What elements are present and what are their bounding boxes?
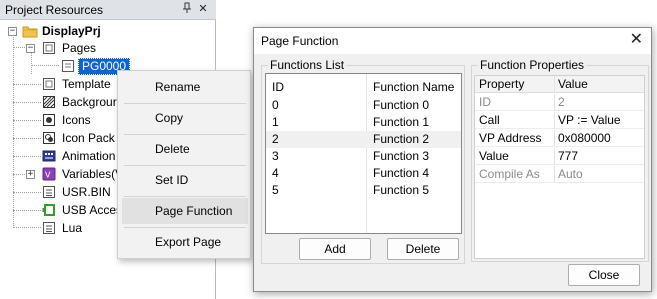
panel-close-icon[interactable]: ✕ xyxy=(196,2,210,17)
tree-label-pages: Pages xyxy=(62,41,97,55)
property-value[interactable]: 0x080000 xyxy=(558,130,611,147)
list-row[interactable]: 1 Function 1 xyxy=(266,114,461,131)
usb-icon xyxy=(42,203,56,217)
property-name: Compile As xyxy=(479,167,540,181)
dialog-close-icon[interactable]: ✕ xyxy=(630,31,643,49)
add-button[interactable]: Add xyxy=(299,238,371,260)
property-row-value[interactable]: Value 777 xyxy=(475,148,644,165)
background-icon xyxy=(42,95,56,109)
collapse-toggle[interactable]: − xyxy=(26,44,35,53)
list-cell-name: Function 5 xyxy=(373,183,430,197)
header-value: Value xyxy=(558,77,588,91)
list-row[interactable]: 3 Function 3 xyxy=(266,148,461,165)
tree-label-variables: Variables(V xyxy=(62,167,124,181)
column-separator xyxy=(554,166,555,183)
panel-header: Project Resources ✕ xyxy=(0,0,216,20)
functions-list-title: Functions List xyxy=(268,58,347,72)
lua-file-icon xyxy=(42,221,56,235)
folder-icon xyxy=(22,24,38,38)
property-name: Value xyxy=(479,149,509,163)
list-cell-id: 1 xyxy=(272,115,279,129)
file-icon xyxy=(42,185,56,199)
property-row-id: ID 2 xyxy=(475,94,644,111)
list-cell-id: 3 xyxy=(272,149,279,163)
menu-separator xyxy=(124,103,246,104)
functions-list[interactable]: ID Function Name 0 Function 0 1 Function… xyxy=(265,73,462,234)
column-separator xyxy=(554,76,555,93)
tree-item-pages[interactable]: − Pages xyxy=(0,39,216,57)
header-property: Property xyxy=(479,77,525,91)
property-row-compile-as: Compile As Auto xyxy=(475,166,644,183)
panel-title: Project Resources xyxy=(5,3,104,17)
column-separator xyxy=(554,112,555,129)
list-row[interactable]: 5 Function 5 xyxy=(266,182,461,199)
collapse-toggle[interactable]: − xyxy=(8,27,17,36)
column-header-function-name[interactable]: Function Name xyxy=(373,79,454,96)
list-cell-name: Function 2 xyxy=(373,132,430,146)
tree-label-icons: Icons xyxy=(62,113,91,127)
tree-label-root: DisplayPrj xyxy=(42,24,101,38)
svg-text:V: V xyxy=(45,171,51,180)
properties-grid[interactable]: Property Value ID 2 Call VP := Value VP … xyxy=(474,75,645,259)
menu-separator xyxy=(124,196,246,197)
icon-pack-icon xyxy=(42,131,56,145)
variables-icon: V xyxy=(42,167,56,181)
icons-icon xyxy=(42,113,56,127)
property-value[interactable]: 777 xyxy=(558,148,578,165)
list-row-selected[interactable]: 2 Function 2 xyxy=(266,131,461,148)
property-value: Auto xyxy=(558,167,583,181)
menu-item-copy[interactable]: Copy xyxy=(122,105,248,131)
template-icon xyxy=(42,77,56,91)
context-menu: Rename Copy Delete Set ID Page Function … xyxy=(117,70,251,259)
pages-icon xyxy=(42,41,56,55)
tree-label-background: Backgrour xyxy=(62,95,117,109)
property-value: 2 xyxy=(558,95,565,109)
property-name: ID xyxy=(479,95,491,109)
menu-separator xyxy=(124,227,246,228)
menu-separator xyxy=(124,134,246,135)
column-header-id[interactable]: ID xyxy=(272,79,284,96)
function-properties-title: Function Properties xyxy=(478,58,587,72)
properties-header: Property Value xyxy=(475,76,644,93)
list-cell-name: Function 0 xyxy=(373,98,430,112)
list-cell-id: 4 xyxy=(272,166,279,180)
tree-label-animation: Animation xyxy=(62,149,116,163)
menu-item-export-page[interactable]: Export Page xyxy=(122,229,248,255)
property-name: Call xyxy=(479,113,500,127)
list-cell-id: 2 xyxy=(272,132,279,146)
delete-button[interactable]: Delete xyxy=(387,238,459,260)
tree-label-lua: Lua xyxy=(62,221,83,235)
dialog-title: Page Function xyxy=(261,34,339,48)
expand-toggle[interactable]: + xyxy=(26,170,35,179)
tree-label-usb-access: USB Acces xyxy=(62,203,123,217)
menu-item-set-id[interactable]: Set ID xyxy=(122,167,248,193)
column-separator xyxy=(554,94,555,111)
menu-separator xyxy=(124,165,246,166)
tree-label-template: Template xyxy=(62,77,111,91)
menu-item-delete[interactable]: Delete xyxy=(122,136,248,162)
menu-item-rename[interactable]: Rename xyxy=(122,74,248,100)
list-row[interactable]: 0 Function 0 xyxy=(266,97,461,114)
list-cell-name: Function 1 xyxy=(373,115,430,129)
property-name: VP Address xyxy=(479,131,542,145)
property-value[interactable]: VP := Value xyxy=(558,112,621,129)
property-row-vp-address[interactable]: VP Address 0x080000 xyxy=(475,130,644,147)
property-row-call[interactable]: Call VP := Value xyxy=(475,112,644,129)
tree-item-root[interactable]: − DisplayPrj xyxy=(0,22,216,40)
close-button[interactable]: Close xyxy=(568,264,640,286)
tree-label-icon-pack: Icon Pack xyxy=(62,131,115,145)
tree-label-usr-bin: USR.BIN xyxy=(62,185,111,199)
animation-icon xyxy=(42,149,56,163)
list-row[interactable]: 4 Function 4 xyxy=(266,165,461,182)
dialog-titlebar: Page Function ✕ xyxy=(254,28,651,54)
list-cell-name: Function 4 xyxy=(373,166,430,180)
menu-item-page-function[interactable]: Page Function xyxy=(122,198,248,224)
column-separator xyxy=(554,148,555,165)
list-cell-id: 0 xyxy=(272,98,279,112)
list-cell-id: 5 xyxy=(272,183,279,197)
column-separator xyxy=(554,130,555,147)
pin-icon[interactable] xyxy=(180,2,194,17)
list-cell-name: Function 3 xyxy=(373,149,430,163)
page-icon xyxy=(61,59,75,73)
